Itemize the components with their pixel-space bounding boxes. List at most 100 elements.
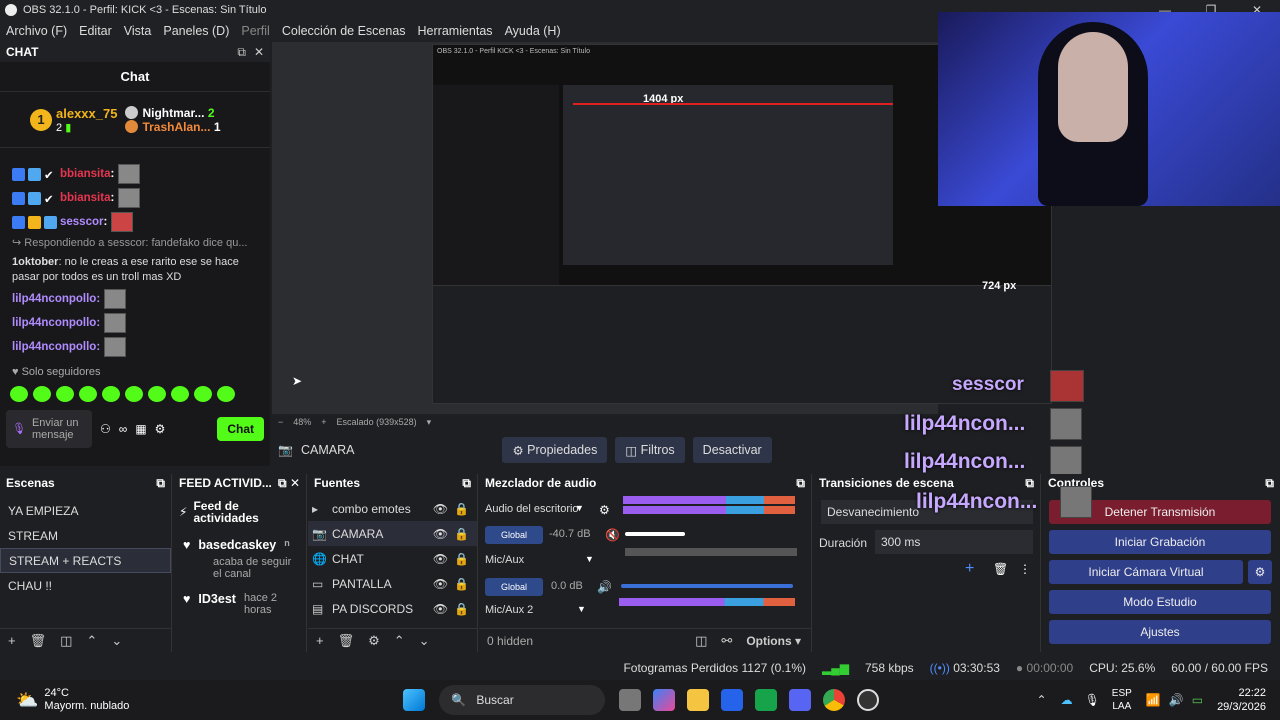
clock[interactable]: 22:22 29/3/2026 [1217, 686, 1266, 714]
eye-icon[interactable]: 👁 [433, 602, 448, 616]
volume-icon[interactable]: 🔊 [1169, 693, 1184, 707]
mute-icon[interactable]: 🔇 [605, 528, 620, 542]
chat-username[interactable]: lilp44nconpollo [12, 341, 96, 353]
options-button[interactable]: Options ▾ [746, 634, 801, 648]
settings-icon[interactable]: ⚙ [155, 422, 166, 436]
add-icon[interactable]: + [316, 633, 324, 648]
lock-icon[interactable]: 🔒 [454, 502, 469, 516]
deactivate-button[interactable]: Desactivar [692, 437, 772, 463]
up-icon[interactable]: ⌃ [86, 633, 97, 649]
emote-icon[interactable] [194, 386, 212, 402]
properties-button[interactable]: ⚙ Propiedades [502, 437, 608, 463]
close-icon[interactable]: ✕ [290, 476, 300, 490]
eye-icon[interactable]: 👁 [433, 502, 448, 516]
start-virtual-camera-button[interactable]: Iniciar Cámara Virtual [1049, 560, 1243, 584]
menu-perfil[interactable]: Perfil [235, 24, 275, 38]
undock-icon[interactable]: ⧉ [1265, 476, 1274, 491]
virtual-camera-settings-icon[interactable]: ⚙ [1248, 560, 1272, 584]
source-item[interactable]: 🌐 CHAT 👁 🔒 [308, 546, 477, 571]
scale-select[interactable]: Escalado (939x528) [337, 417, 417, 427]
studio-mode-button[interactable]: Modo Estudio [1049, 590, 1271, 614]
up-icon[interactable]: ⌃ [394, 633, 405, 649]
emote-icon[interactable] [79, 386, 97, 402]
send-chat-button[interactable]: Chat [217, 417, 264, 441]
emote-icon[interactable] [148, 386, 166, 402]
emote-icon[interactable] [171, 386, 189, 402]
users-icon[interactable]: ⚇ [100, 422, 111, 436]
scene-item-selected[interactable]: STREAM + REACTS [0, 548, 171, 573]
undock-icon[interactable]: ⧉ [1025, 476, 1034, 491]
lock-icon[interactable]: 🔒 [454, 602, 469, 616]
wifi-icon[interactable]: 📶 [1146, 693, 1161, 707]
weather-icon[interactable]: ⛅ [16, 690, 38, 711]
chat-username[interactable]: lilp44nconpollo [12, 293, 96, 305]
eye-icon[interactable]: 👁 [433, 577, 448, 591]
scene-item[interactable]: STREAM [0, 523, 171, 548]
more-icon[interactable]: ⋮ [1019, 562, 1031, 576]
menu-paneles[interactable]: Paneles (D) [157, 24, 235, 38]
chat-username[interactable]: bbiansita [60, 192, 110, 204]
battery-icon[interactable]: ▭ [1192, 693, 1203, 707]
eye-icon[interactable]: 👁 [433, 527, 448, 541]
volume-slider[interactable] [621, 584, 793, 588]
add-icon[interactable]: + [965, 560, 974, 578]
word-icon[interactable] [721, 689, 744, 711]
chevron-down-icon[interactable]: ▼ [585, 554, 594, 564]
scene-item[interactable]: CHAU !! [0, 573, 171, 598]
emote-icon[interactable] [102, 386, 120, 402]
gear-icon[interactable]: ⚙ [599, 503, 610, 517]
menu-archivo[interactable]: Archivo (F) [0, 24, 73, 38]
filter-icon[interactable]: ◫ [60, 633, 72, 649]
start-recording-button[interactable]: Iniciar Grabación [1049, 530, 1271, 554]
global-button[interactable]: Global [485, 578, 544, 596]
chat-username[interactable]: bbiansita [60, 168, 110, 180]
source-item[interactable]: ▭ PANTALLA 👁 🔒 [308, 571, 477, 596]
microphone-icon[interactable]: 🎙 [1085, 693, 1100, 707]
undock-icon[interactable]: ⧉ [237, 45, 246, 59]
chat-username[interactable]: sesscor [60, 216, 103, 228]
global-button[interactable]: Global [485, 526, 544, 544]
store-icon[interactable]: ▦ [135, 422, 146, 436]
tray-chevron-icon[interactable]: ⌃ [1037, 693, 1047, 707]
chat-input[interactable]: 🎙 Enviar un mensaje [6, 410, 92, 448]
duration-input[interactable]: 300 ms [875, 530, 1033, 554]
undock-icon[interactable]: ⧉ [796, 476, 805, 491]
gear-icon[interactable]: ⚙ [368, 633, 380, 649]
menu-herramientas[interactable]: Herramientas [412, 24, 499, 38]
add-icon[interactable]: + [8, 633, 16, 648]
cloud-icon[interactable]: ☁ [1061, 693, 1073, 707]
zoom-out-button[interactable]: − [278, 417, 283, 427]
trash-icon[interactable]: 🗑 [993, 562, 1008, 576]
source-item[interactable]: ▸ combo emotes 👁 🔒 [308, 496, 477, 521]
undock-icon[interactable]: ⧉ [278, 476, 287, 490]
layout-icon[interactable]: ◫ [695, 633, 707, 649]
task-view-icon[interactable] [619, 689, 642, 711]
speaker-icon[interactable]: 🔊 [597, 580, 612, 594]
lock-icon[interactable]: 🔒 [454, 527, 469, 541]
source-item-selected[interactable]: 📷 CAMARA 👁 🔒 [308, 521, 477, 546]
chevron-down-icon[interactable]: ▼ [575, 503, 584, 513]
file-explorer-icon[interactable] [687, 689, 710, 711]
menu-vista[interactable]: Vista [118, 24, 158, 38]
copilot-icon[interactable] [653, 689, 676, 711]
down-icon[interactable]: ⌄ [419, 633, 430, 649]
menu-coleccion[interactable]: Colección de Escenas [276, 24, 412, 38]
taskbar-search[interactable]: 🔍 Buscar [439, 685, 606, 715]
chevron-down-icon[interactable]: ▾ [427, 417, 432, 428]
mic-icon[interactable]: 🎙 [12, 423, 26, 435]
emote-icon[interactable] [10, 386, 28, 402]
settings-button[interactable]: Ajustes [1049, 620, 1271, 644]
emote-icon[interactable] [56, 386, 74, 402]
infinity-icon[interactable]: ∞ [119, 422, 128, 436]
menu-editar[interactable]: Editar [73, 24, 118, 38]
emote-icon[interactable] [33, 386, 51, 402]
menu-ayuda[interactable]: Ayuda (H) [499, 24, 567, 38]
excel-icon[interactable] [755, 689, 778, 711]
eye-icon[interactable]: 👁 [433, 552, 448, 566]
lock-icon[interactable]: 🔒 [454, 552, 469, 566]
start-button[interactable] [397, 689, 431, 711]
language-indicator[interactable]: ESP LAA [1112, 687, 1132, 713]
source-item[interactable]: ▤ PA DISCORDS 👁 🔒 [308, 596, 477, 621]
undock-icon[interactable]: ⧉ [462, 476, 471, 491]
link-icon[interactable]: ⚯ [721, 633, 732, 649]
